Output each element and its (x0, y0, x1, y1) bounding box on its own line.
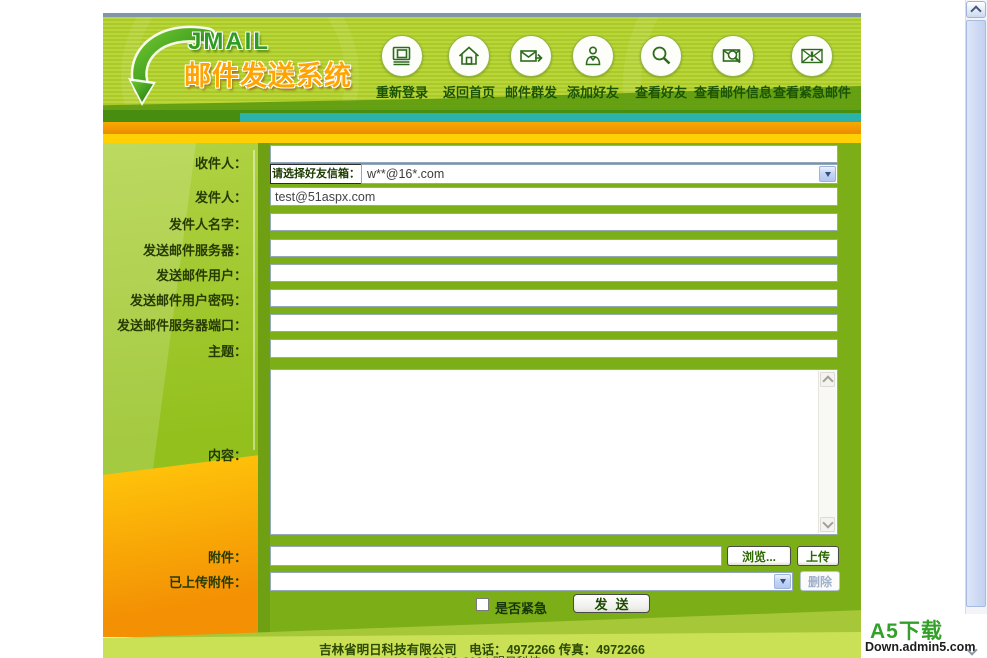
label-subject: 主题： (207, 344, 247, 359)
upload-button[interactable]: 上传 (797, 546, 839, 566)
label-server-port: 发送邮件服务器端口： (116, 318, 247, 333)
chevron-down-icon[interactable] (819, 166, 836, 182)
friend-select-label: 请选择好友信箱： (270, 164, 362, 184)
logo-title: JMAIL (188, 28, 270, 55)
sidebar-edge-line (253, 150, 255, 450)
label-mail-user: 发送邮件用户： (155, 268, 247, 283)
urgent-label: 是否紧急 (495, 601, 548, 616)
footer-copyright-line: ©2000-2004 明日科技 (103, 653, 861, 658)
urgent-checkbox[interactable] (476, 598, 489, 611)
label-uploaded-attachment: 已上传附件： (168, 575, 247, 590)
scroll-down-icon[interactable] (820, 517, 835, 532)
view-friends-icon (640, 35, 682, 77)
scroll-up-icon[interactable] (820, 372, 835, 387)
attachment-input[interactable] (270, 546, 722, 566)
mail-user-input[interactable] (270, 264, 838, 282)
label-sender-name: 发件人名字： (168, 217, 247, 232)
browse-button[interactable]: 浏览... (727, 546, 791, 566)
send-button[interactable]: 发送 (573, 594, 650, 613)
scrollbar-up-button[interactable] (966, 1, 986, 18)
view-mail-info-icon (712, 35, 754, 77)
mass-mail-icon (510, 35, 552, 77)
band-teal (240, 113, 861, 122)
smtp-server-input[interactable] (270, 239, 838, 257)
toolbar-label: 查看紧急邮件 (772, 85, 851, 100)
toolbar-item-view-urgent-mail[interactable]: 查看紧急邮件 (770, 35, 854, 101)
server-port-input[interactable] (270, 314, 838, 332)
scrollbar-down-icon[interactable] (966, 644, 978, 658)
add-friend-icon (572, 35, 614, 77)
sender-name-input[interactable] (270, 213, 838, 231)
label-recipient: 收件人： (194, 156, 247, 171)
subject-input[interactable] (270, 339, 838, 358)
view-urgent-mail-icon (791, 35, 833, 77)
uploaded-attachment-select[interactable] (270, 572, 793, 591)
watermark-subtitle: Down.admin5.com (865, 640, 976, 654)
textarea-scrollbar[interactable] (818, 371, 836, 533)
band-orange (103, 122, 861, 134)
label-content: 内容： (207, 448, 247, 463)
friend-select[interactable]: w**@16*.com (361, 164, 838, 184)
home-icon (448, 35, 490, 77)
label-sender: 发件人： (194, 190, 247, 205)
logo-subtitle: 邮件发送系统 (184, 61, 352, 91)
delete-button[interactable]: 删除 (800, 571, 840, 591)
label-attachment: 附件： (207, 550, 247, 565)
toolbar-item-view-mail-info[interactable]: 查看邮件信息 (691, 35, 775, 101)
chevron-down-icon[interactable] (774, 574, 791, 589)
relogin-icon (381, 35, 423, 77)
content-textarea[interactable] (270, 369, 838, 535)
label-mail-password: 发送邮件用户密码： (129, 293, 247, 308)
mail-password-input[interactable] (270, 289, 838, 307)
label-smtp-server: 发送邮件服务器： (142, 243, 247, 258)
scrollbar-thumb[interactable] (966, 20, 986, 607)
jmail-send-page: JMAIL 邮件发送系统 重新登录 返回首页 邮件群发 添加好友 查看好友 查看… (0, 0, 987, 658)
friend-select-value: w**@16*.com (367, 167, 445, 181)
band-yellow (103, 134, 861, 143)
toolbar-label: 查看邮件信息 (693, 85, 772, 100)
recipient-input[interactable] (270, 145, 838, 163)
sidebar-divider (258, 143, 270, 637)
sender-input[interactable] (270, 187, 838, 206)
